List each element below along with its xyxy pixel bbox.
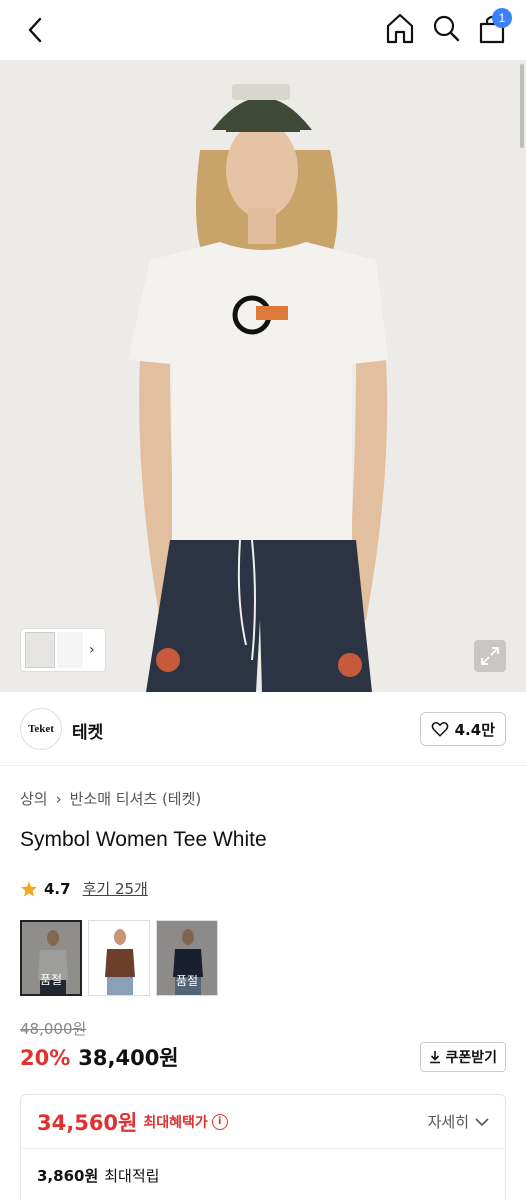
coupon-label: 쿠폰받기 — [445, 1050, 497, 1066]
chevron-right-icon: › — [89, 642, 95, 658]
color-option-navy[interactable]: 품절 — [156, 920, 218, 996]
rating-row: 4.7 후기 25개 — [20, 878, 148, 899]
expand-image-button[interactable] — [474, 640, 506, 672]
brand-name[interactable]: 테켓 — [72, 718, 103, 743]
breadcrumb-category[interactable]: 상의 — [20, 788, 48, 809]
swatch-image — [105, 929, 135, 995]
cart-button[interactable]: 1 — [476, 8, 512, 46]
points-row: 3,860원 최대적립 — [21, 1149, 505, 1200]
image-thumbnails[interactable]: › — [20, 628, 106, 672]
expand-icon — [481, 647, 499, 665]
like-button[interactable]: 4.4만 — [419, 712, 506, 746]
cart-count-badge: 1 — [492, 8, 512, 28]
chevron-down-icon — [475, 1117, 489, 1126]
page-scrollbar[interactable] — [520, 64, 524, 148]
chevron-right-icon: › — [55, 789, 62, 808]
coupon-download-button[interactable]: 쿠폰받기 — [420, 1042, 506, 1072]
product-title: Symbol Women Tee White — [20, 828, 267, 851]
breadcrumb-subcategory[interactable]: 반소매 티셔츠 (테켓) — [70, 788, 202, 809]
heart-icon — [431, 722, 448, 737]
soldout-label: 품절 — [175, 974, 199, 988]
model-photo — [0, 60, 526, 692]
thumbnail-image[interactable] — [25, 632, 55, 668]
brand-row: Teket 테켓 4.4만 — [0, 692, 526, 766]
max-benefit-price: 34,560원 — [37, 1110, 138, 1135]
reviews-link[interactable]: 후기 25개 — [83, 878, 148, 899]
thumbnail-image[interactable] — [57, 632, 83, 668]
rating-score: 4.7 — [44, 879, 71, 898]
breadcrumb: 상의 › 반소매 티셔츠 (테켓) — [20, 788, 201, 809]
back-button[interactable] — [20, 14, 52, 46]
points-value: 3,860원 — [37, 1167, 99, 1185]
search-icon — [433, 15, 460, 42]
max-benefit-label: 최대혜택가 — [143, 1114, 208, 1131]
points-label: 최대적립 — [104, 1167, 160, 1185]
color-option-white[interactable]: 품절 — [20, 920, 82, 996]
color-options: 품절 품절 — [20, 920, 218, 996]
download-icon — [430, 1051, 441, 1064]
brand-logo[interactable]: Teket — [20, 708, 62, 750]
like-count: 4.4만 — [454, 720, 495, 739]
detail-toggle[interactable]: 자세히 — [428, 1111, 489, 1132]
soldout-label: 품절 — [39, 973, 63, 987]
price-row: 20% 38,400원 — [20, 1042, 179, 1072]
sale-price: 38,400원 — [78, 1046, 179, 1070]
chevron-left-icon — [28, 17, 42, 43]
max-benefit-box: 34,560원 최대혜택가 i 자세히 3,860원 최대적립 — [20, 1094, 506, 1200]
original-price: 48,000원 — [20, 1020, 87, 1038]
home-button[interactable] — [384, 10, 416, 46]
search-button[interactable] — [430, 10, 462, 46]
top-nav-bar: 1 — [0, 0, 526, 60]
color-option-brown[interactable] — [88, 920, 150, 996]
info-icon[interactable]: i — [211, 1113, 228, 1130]
star-icon — [21, 881, 37, 896]
product-image[interactable]: › — [0, 60, 526, 692]
home-icon — [386, 13, 414, 44]
detail-label: 자세히 — [427, 1113, 469, 1131]
discount-rate: 20% — [20, 1046, 71, 1070]
max-benefit-row[interactable]: 34,560원 최대혜택가 i 자세히 — [21, 1095, 505, 1149]
